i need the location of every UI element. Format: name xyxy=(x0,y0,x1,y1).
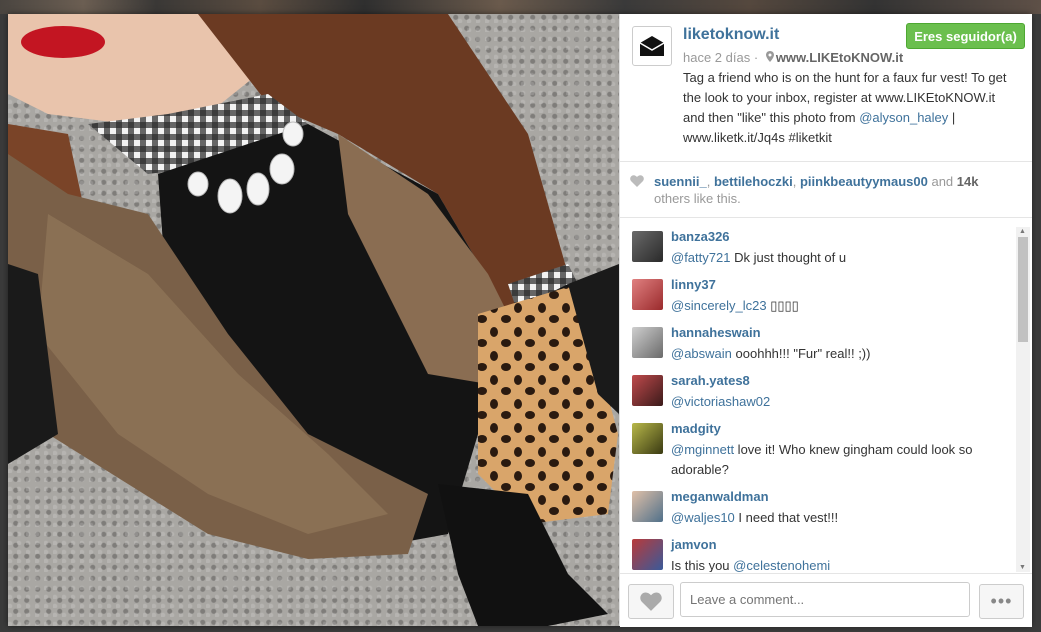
comment-body: ▯▯▯▯ xyxy=(766,298,799,313)
commenter-avatar[interactable] xyxy=(632,231,663,262)
scrollbar-thumb[interactable] xyxy=(1018,237,1028,342)
comment-username[interactable]: linny37 xyxy=(671,277,716,292)
comment-text: @fatty721 Dk just thought of u xyxy=(671,248,1001,268)
comment-username[interactable]: madgity xyxy=(671,421,721,436)
scroll-up-icon[interactable]: ▲ xyxy=(1019,228,1026,235)
heart-icon xyxy=(630,175,644,187)
like-button[interactable] xyxy=(628,584,674,619)
likes-and: and xyxy=(927,174,957,189)
post-photo[interactable] xyxy=(8,14,619,626)
comment-mention[interactable]: @waljes10 xyxy=(671,510,735,525)
commenter-avatar[interactable] xyxy=(632,423,663,454)
post-sidebar: liketoknow.it Eres seguidor(a) hace 2 dí… xyxy=(619,14,1032,627)
comments-list[interactable]: banza326 @fatty721 Dk just thought of u … xyxy=(620,227,1016,572)
likes-sep: , xyxy=(792,174,800,189)
post-location[interactable]: www.LIKEtoKNOW.it xyxy=(776,50,903,65)
caption-text: Tag a friend who is on the hunt for a fa… xyxy=(683,70,1007,125)
comment-username[interactable]: sarah.yates8 xyxy=(671,373,750,388)
comment-text: @abswain ooohhh!!! "Fur" real!! ;)) xyxy=(671,344,1001,364)
comment-mention[interactable]: @abswain xyxy=(671,346,732,361)
profile-avatar[interactable] xyxy=(632,26,672,66)
likes-text: suennii_, bettilehoczki, piinkbeautyymau… xyxy=(654,173,1014,207)
comment-text: @mginnett love it! Who knew gingham coul… xyxy=(671,440,1001,480)
comment-body: ooohhh!!! "Fur" real!! ;)) xyxy=(731,346,871,361)
comment-text: @victoriashaw02 xyxy=(671,392,1001,412)
comment-username[interactable]: jamvon xyxy=(671,537,717,552)
comment-footer: ••• xyxy=(620,573,1032,627)
more-options-button[interactable]: ••• xyxy=(979,584,1024,619)
comment-mention[interactable]: @fatty721 xyxy=(671,250,730,265)
comment-mention[interactable]: @sincerely_lc23 xyxy=(671,298,767,313)
post-meta: hace 2 días · www.LIKEtoKNOW.it xyxy=(683,50,903,65)
commenter-avatar[interactable] xyxy=(632,327,663,358)
comment-mention[interactable]: @victoriashaw02 xyxy=(671,394,770,409)
liker-3[interactable]: piinkbeautyymaus00 xyxy=(800,174,928,189)
comment-text: @waljes10 I need that vest!!! xyxy=(671,508,1001,528)
likes-sep: , xyxy=(706,174,714,189)
post-username[interactable]: liketoknow.it xyxy=(683,26,779,44)
caption-mention[interactable]: @alyson_haley xyxy=(859,110,948,125)
liker-1[interactable]: suennii_ xyxy=(654,174,707,189)
commenter-avatar[interactable] xyxy=(632,491,663,522)
comment-username[interactable]: banza326 xyxy=(671,229,730,244)
comment-body: Dk just thought of u xyxy=(730,250,847,265)
liker-2[interactable]: bettilehoczki xyxy=(714,174,793,189)
comment-mention[interactable]: @mginnett xyxy=(671,442,734,457)
likes-count[interactable]: 14k xyxy=(957,174,979,189)
post-header: liketoknow.it Eres seguidor(a) hace 2 dí… xyxy=(620,14,1032,162)
comment-username[interactable]: meganwaldman xyxy=(671,489,769,504)
following-button[interactable]: Eres seguidor(a) xyxy=(906,23,1025,49)
pin-icon xyxy=(765,50,774,65)
comment-text: @sincerely_lc23 ▯▯▯▯ xyxy=(671,296,1001,316)
comment-body: Is this you xyxy=(671,558,734,572)
scroll-down-icon[interactable]: ▼ xyxy=(1019,564,1026,571)
comment-mention[interactable]: @celestenohemi xyxy=(733,558,830,572)
background-strip xyxy=(0,0,1041,14)
comment-input[interactable] xyxy=(680,582,970,617)
comment-username[interactable]: hannaheswain xyxy=(671,325,761,340)
comments-scrollbar[interactable]: ▲ ▼ xyxy=(1016,227,1030,572)
commenter-avatar[interactable] xyxy=(632,539,663,570)
envelope-icon xyxy=(639,36,665,56)
photo-modal: liketoknow.it Eres seguidor(a) hace 2 dí… xyxy=(8,14,1032,627)
heart-icon xyxy=(640,592,662,611)
likes-section: suennii_, bettilehoczki, piinkbeautyymau… xyxy=(620,162,1032,218)
commenter-avatar[interactable] xyxy=(632,279,663,310)
comment-body: I need that vest!!! xyxy=(734,510,839,525)
comment-text: Is this you @celestenohemi xyxy=(671,556,1001,572)
likes-suffix: others like this. xyxy=(654,191,741,206)
photo-illustration xyxy=(8,14,619,626)
commenter-avatar[interactable] xyxy=(632,375,663,406)
ellipsis-icon: ••• xyxy=(990,591,1013,611)
post-caption: Tag a friend who is on the hunt for a fa… xyxy=(683,68,1018,148)
meta-separator: · xyxy=(753,50,759,65)
post-time[interactable]: hace 2 días xyxy=(683,50,750,65)
